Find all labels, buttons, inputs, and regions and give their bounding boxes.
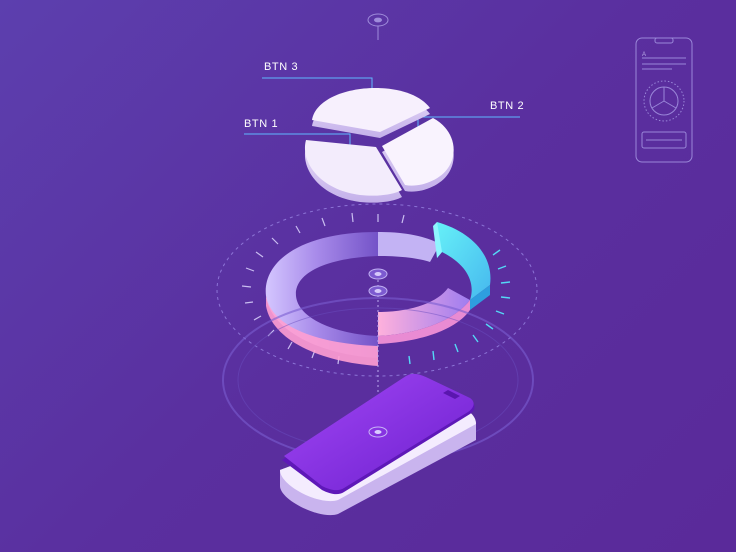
- phone-device[interactable]: [280, 373, 476, 516]
- btn2-callout-label: BTN 2: [490, 100, 525, 112]
- isometric-illustration: [216, 13, 693, 516]
- wireframe-header-letter: A: [642, 52, 647, 58]
- btn3-callout-label: BTN 3: [264, 61, 299, 73]
- pie-button-group: [304, 88, 454, 203]
- top-anchor-marker: [367, 13, 389, 40]
- btn1-callout-label: BTN 1: [244, 118, 279, 130]
